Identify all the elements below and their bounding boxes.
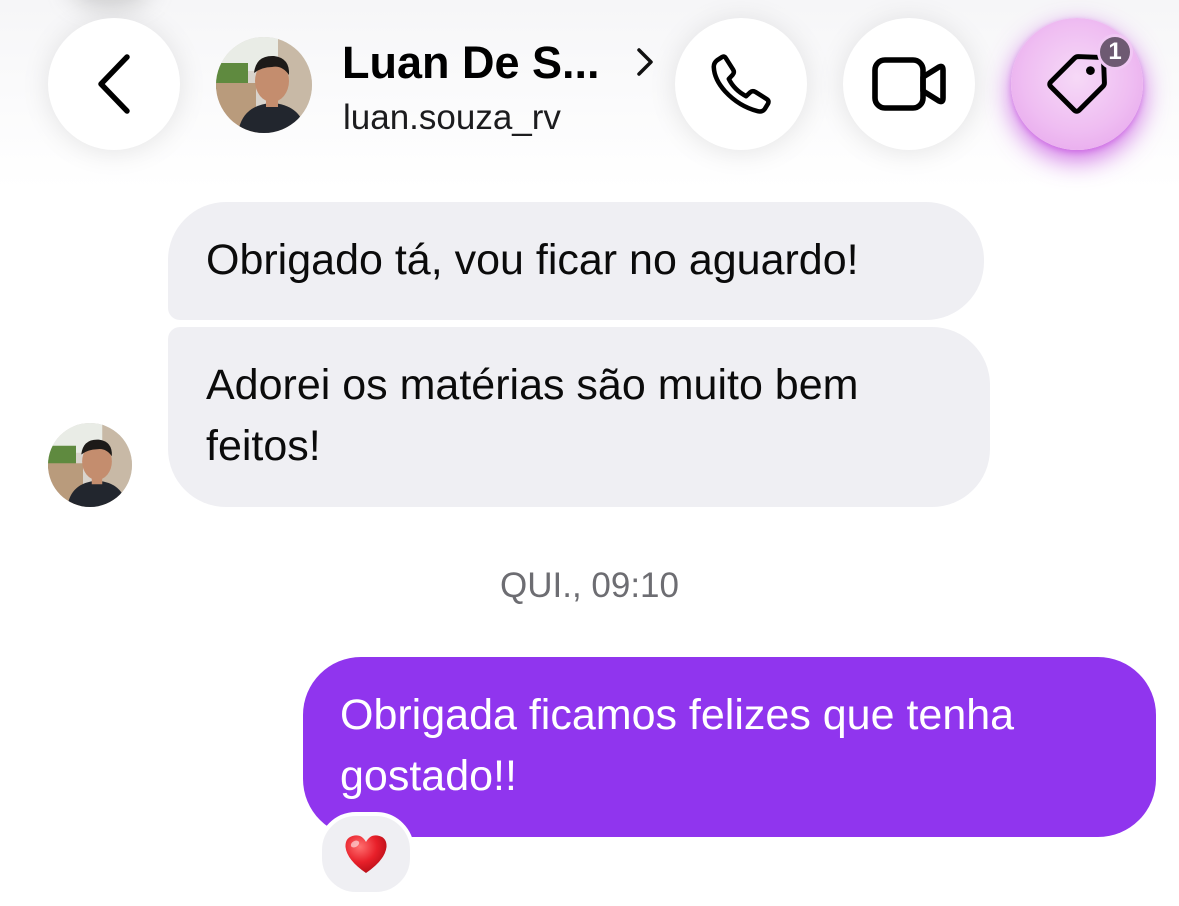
phone-icon <box>711 54 771 114</box>
notification-badge: 1 <box>1097 34 1133 70</box>
message-timestamp: QUI., 09:10 <box>500 566 679 605</box>
contact-handle[interactable]: luan.souza_rv <box>343 97 561 139</box>
contact-name[interactable]: Luan De S... <box>342 36 600 90</box>
message-text-line: feitos! <box>206 422 321 470</box>
contact-avatar[interactable] <box>216 37 312 133</box>
outgoing-message[interactable]: Obrigada ficamos felizes que tenha gosta… <box>303 657 1156 837</box>
message-reaction[interactable] <box>318 812 414 896</box>
message-text-line: gostado!! <box>340 752 517 800</box>
incoming-message[interactable]: Obrigado tá, vou ficar no aguardo! <box>168 202 984 320</box>
chevron-right-icon[interactable] <box>633 44 657 80</box>
profile-photo <box>216 37 312 133</box>
heart-icon <box>345 835 387 873</box>
video-call-button[interactable] <box>843 18 975 150</box>
incoming-message[interactable]: Adorei os matérias são muito bem feitos! <box>168 327 990 507</box>
back-button[interactable] <box>48 18 180 150</box>
profile-photo <box>48 423 132 507</box>
chevron-left-icon <box>98 54 130 114</box>
message-text-line: Obrigada ficamos felizes que tenha <box>340 691 1015 739</box>
video-camera-icon <box>872 57 946 111</box>
chat-screen: Luan De S... luan.souza_rv 1 Obrigado tá… <box>0 0 1179 906</box>
message-text: Obrigado tá, vou ficar no aguardo! <box>206 236 859 284</box>
message-text-line: Adorei os matérias são muito bem <box>206 361 859 409</box>
audio-call-button[interactable] <box>675 18 807 150</box>
sender-avatar[interactable] <box>48 423 132 507</box>
